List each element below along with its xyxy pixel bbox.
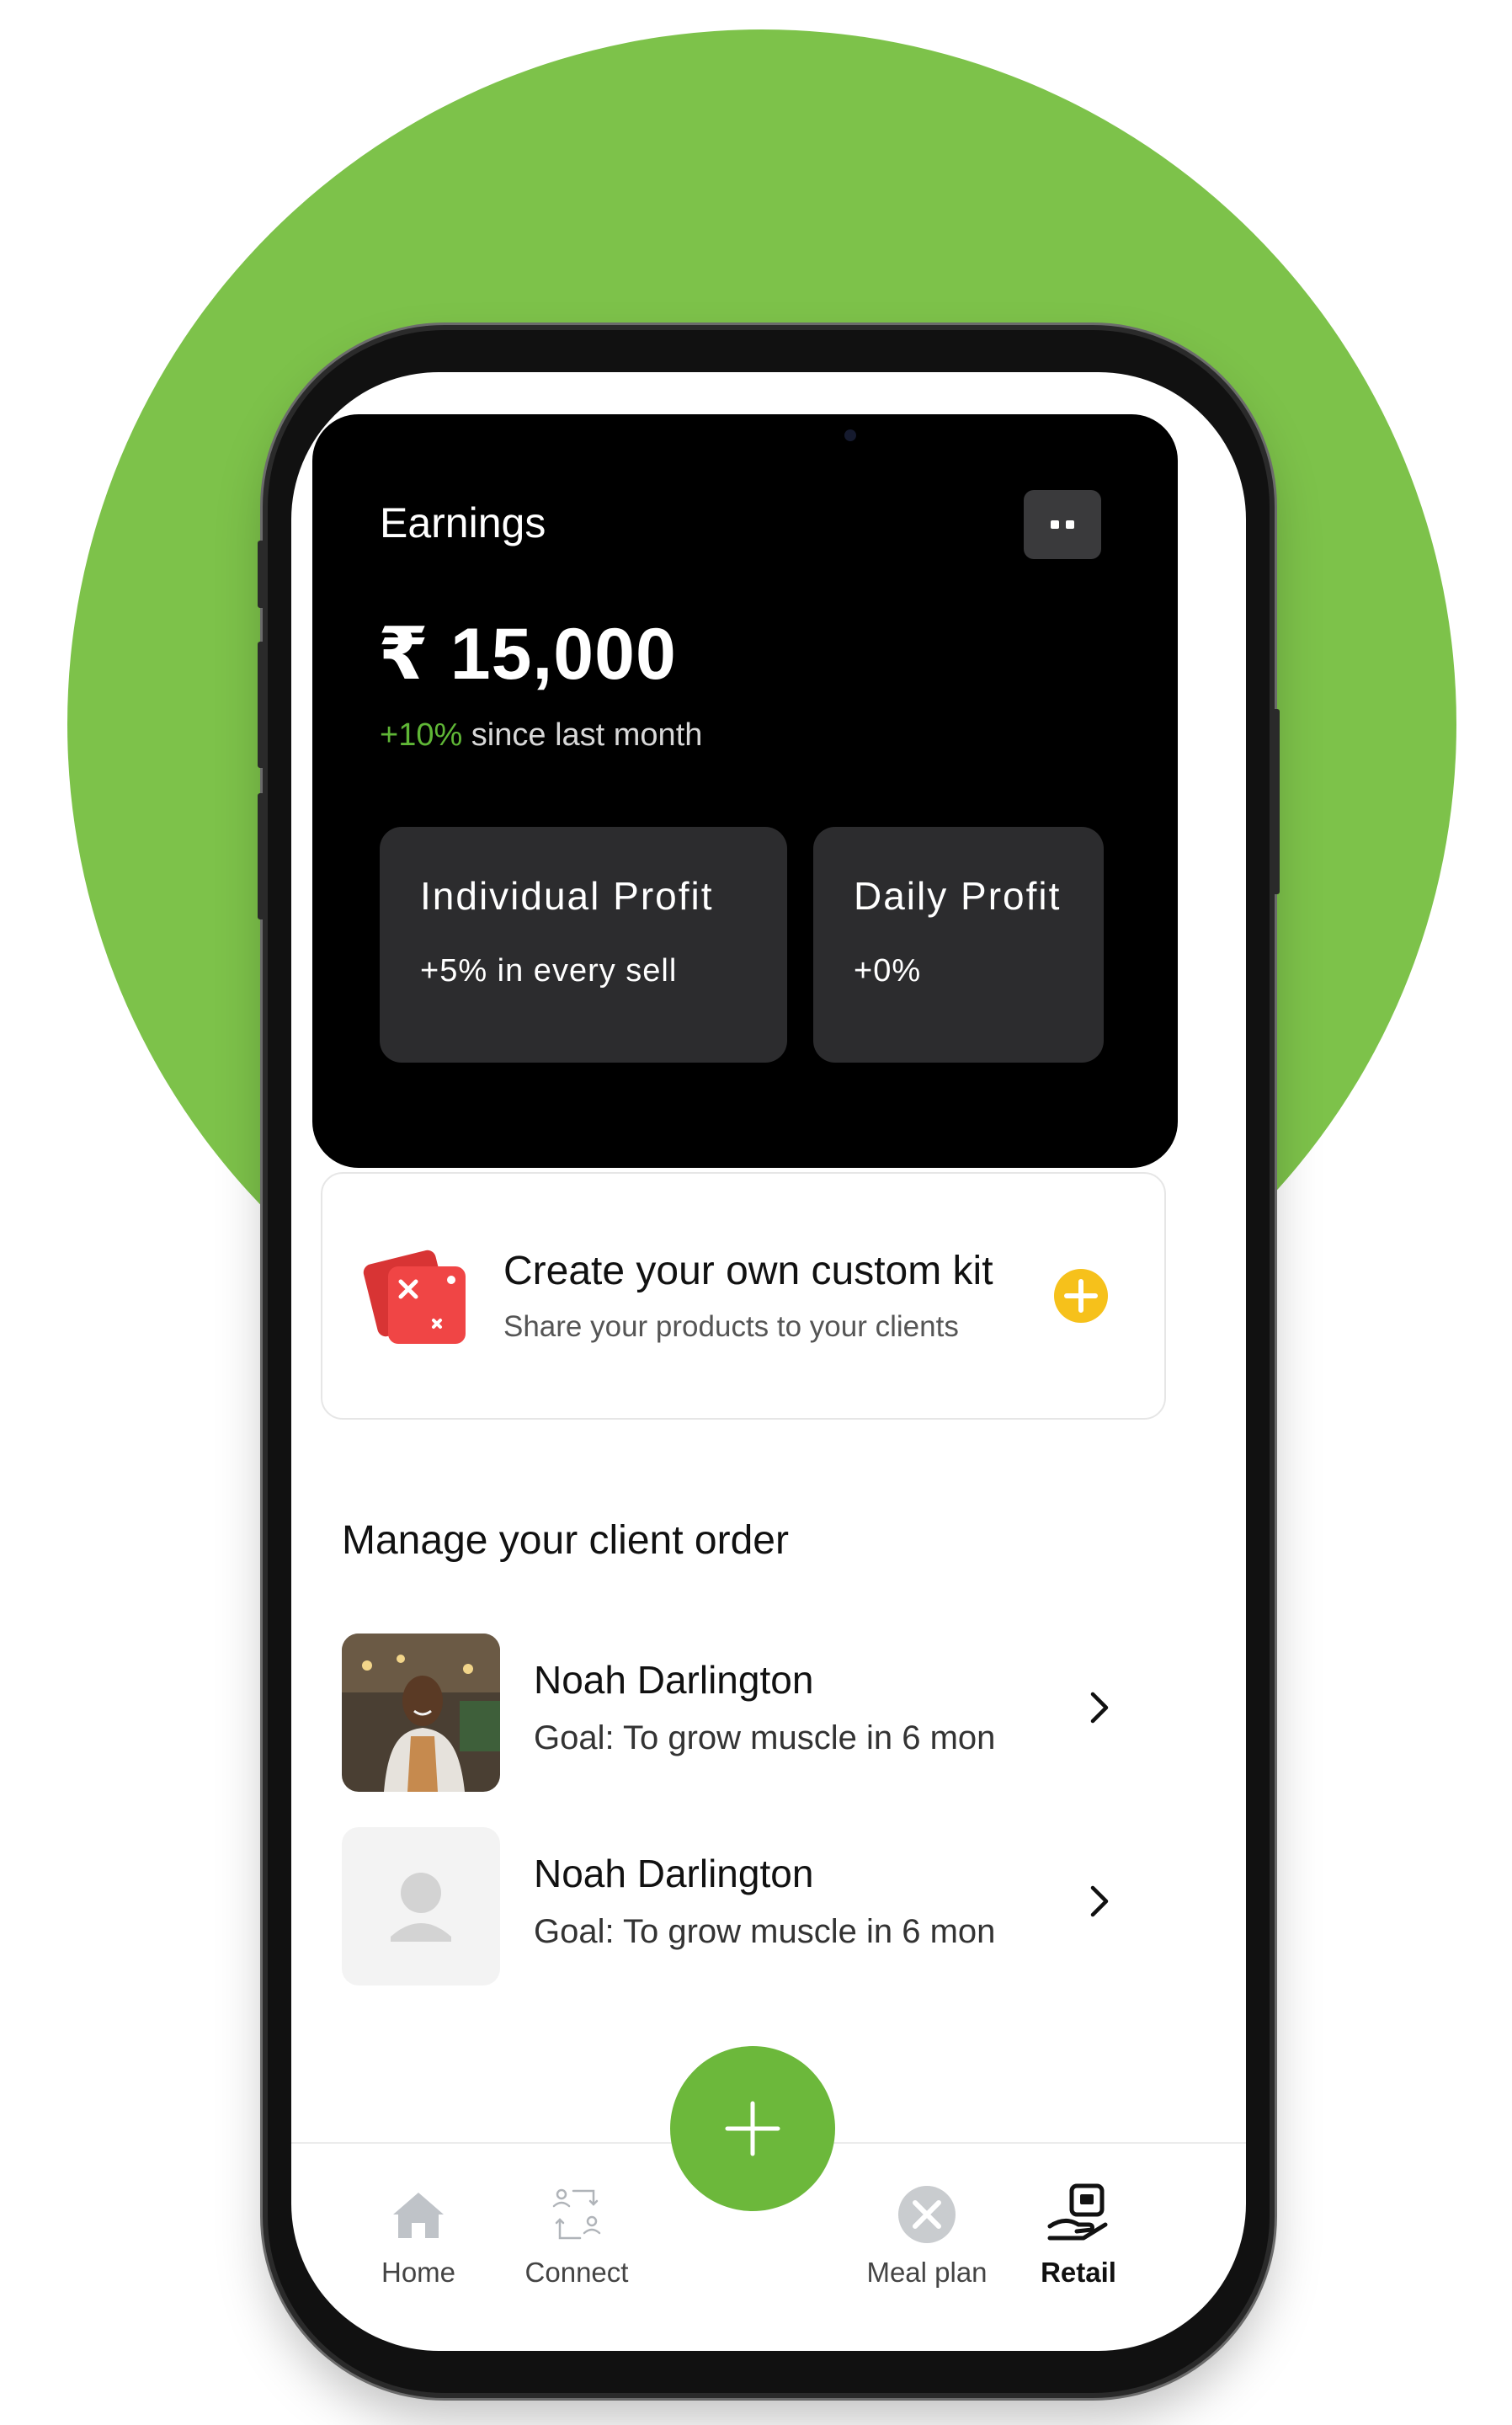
chevron-right-icon [1090,1692,1109,1724]
kit-subtitle: Share your products to your clients [503,1310,959,1343]
earnings-menu-button[interactable] [1024,490,1101,559]
stat-subtitle: +0% [854,953,922,989]
nav-label: Connect [524,2257,629,2288]
currency-symbol: ₹ [378,614,429,695]
phone-mute-switch [258,541,266,608]
nav-meal-plan[interactable]: Meal plan [851,2182,1003,2300]
phone-power-button [1271,709,1280,894]
app-screen: Earnings ₹ 15,000 +10% since last month … [291,372,1246,2351]
retail-icon [1047,2183,1108,2241]
earnings-card: Earnings ₹ 15,000 +10% since last month … [312,414,1178,1168]
section-title: Manage your client order [342,1518,789,1563]
stat-title: Daily Profit [854,874,1062,918]
nav-home[interactable]: Home [343,2182,494,2300]
amount-value: 15,000 [450,614,677,695]
avatar [342,1634,500,1792]
client-row[interactable]: Noah Darlington Goal: To grow muscle in … [342,1634,1125,1793]
avatar-placeholder [342,1827,500,1985]
growth-caption: since last month [462,717,703,753]
client-goal: Goal: To grow muscle in 6 mon [534,1719,996,1756]
nav-label: Meal plan [866,2257,988,2288]
nav-label: Retail [1041,2257,1116,2288]
home-icon [393,2193,444,2238]
stat-subtitle: +5% in every sell [420,953,678,989]
nav-retail[interactable]: Retail [1003,2182,1154,2300]
nav-label: Home [381,2257,456,2288]
client-name: Noah Darlington [534,1658,814,1702]
phone-volume-down [258,793,266,919]
custom-kit-card[interactable]: Create your own custom kit Share your pr… [321,1172,1166,1420]
phone-volume-up [258,642,266,768]
earnings-amount: ₹ 15,000 [378,612,677,696]
add-kit-plus-icon[interactable] [1053,1268,1109,1324]
nav-connect[interactable]: Connect [501,2182,652,2300]
growth-percent: +10% [380,717,463,753]
phone-frame: Earnings ₹ 15,000 +10% since last month … [258,330,1280,2393]
client-row[interactable]: Noah Darlington Goal: To grow muscle in … [342,1827,1125,1987]
earnings-title: Earnings [380,499,546,546]
connect-icon [552,2188,601,2240]
kit-icon [363,1250,466,1344]
kit-title: Create your own custom kit [503,1249,993,1293]
client-name: Noah Darlington [534,1852,814,1895]
stat-title: Individual Profit [420,874,714,918]
dots-icon [1051,520,1074,529]
front-camera [844,429,856,441]
meal-plan-icon [898,2186,956,2243]
client-goal: Goal: To grow muscle in 6 mon [534,1913,996,1950]
plus-icon [725,2101,780,2156]
earnings-growth: +10% since last month [380,717,702,754]
individual-profit-card: Individual Profit +5% in every sell [380,827,787,1063]
add-fab-button[interactable] [670,2046,835,2211]
daily-profit-card: Daily Profit +0% [813,827,1104,1063]
chevron-right-icon [1090,1885,1109,1917]
